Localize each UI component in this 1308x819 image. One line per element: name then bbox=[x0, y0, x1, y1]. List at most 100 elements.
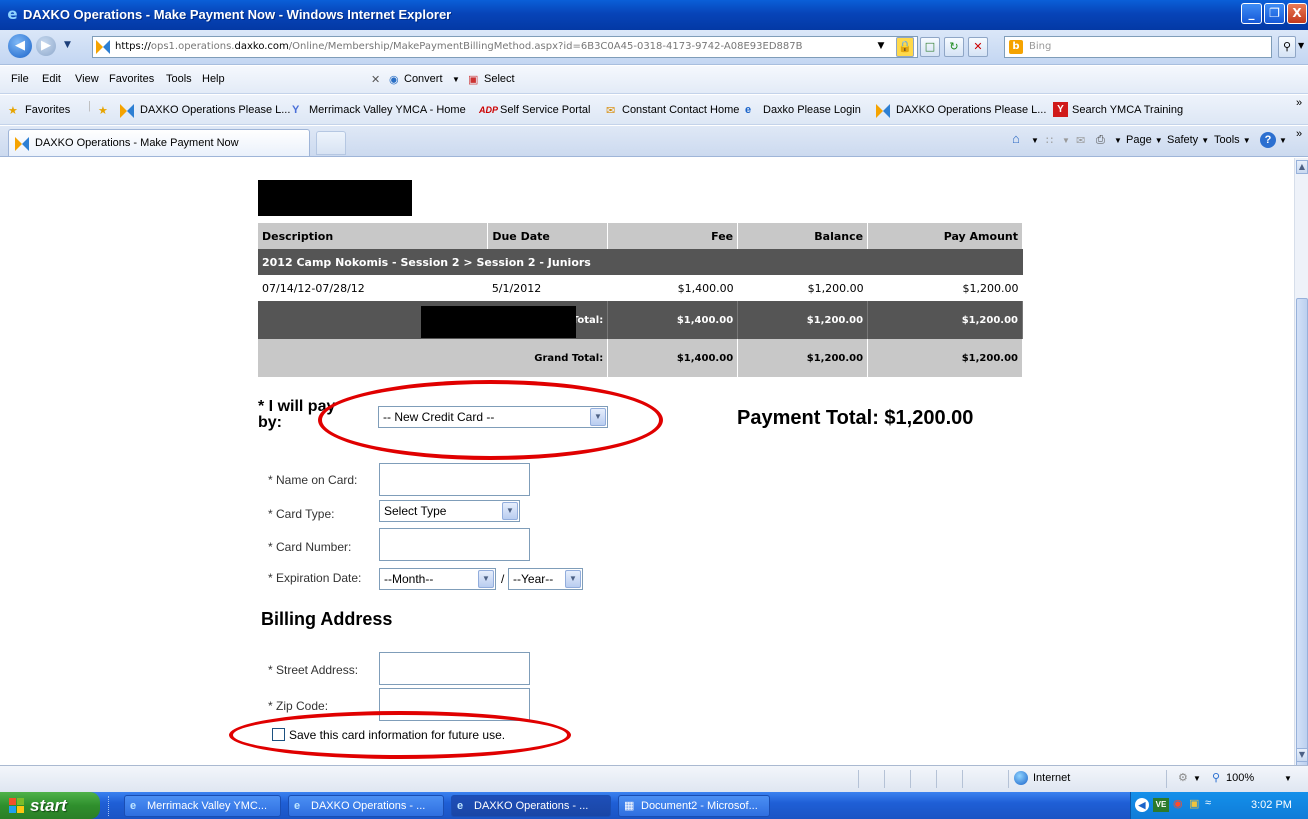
favorites-overflow-icon[interactable]: » bbox=[1296, 97, 1302, 109]
forward-button[interactable]: ▶ bbox=[36, 36, 56, 56]
maximize-button[interactable]: ❐ bbox=[1264, 3, 1285, 24]
favorite-item-ymca-training[interactable]: Search YMCA Training bbox=[1072, 104, 1183, 116]
page-menu-label: Page bbox=[1126, 134, 1152, 146]
col-pay-amount: Pay Amount bbox=[867, 223, 1023, 249]
convert-dropdown-icon[interactable]: ▼ bbox=[452, 75, 460, 84]
page-menu-chevron-icon: ▼ bbox=[1154, 136, 1163, 145]
scrollbar-thumb[interactable] bbox=[1296, 298, 1308, 816]
tray-wifi-icon[interactable]: ≈ bbox=[1205, 797, 1211, 809]
menu-edit[interactable]: Edit bbox=[42, 73, 61, 85]
add-favorites-icon[interactable]: ★ bbox=[98, 104, 108, 117]
back-button[interactable]: ◀ bbox=[8, 34, 32, 58]
taskbar-item-merrimack[interactable]: e Merrimack Valley YMC... bbox=[124, 795, 281, 817]
safety-menu-chevron-icon: ▼ bbox=[1201, 136, 1210, 145]
favorite-item-self-service[interactable]: Self Service Portal bbox=[500, 104, 590, 116]
menu-tools[interactable]: Tools bbox=[166, 73, 192, 85]
refresh-icon[interactable]: ↻ bbox=[944, 37, 964, 57]
favorite-item-ymca-home[interactable]: Merrimack Valley YMCA - Home bbox=[309, 104, 466, 116]
expiration-year-select[interactable]: --Year-- ▼ bbox=[508, 568, 583, 590]
select-button[interactable]: Select bbox=[484, 73, 515, 85]
address-input[interactable]: https://ops1.operations.daxko.com/Online… bbox=[92, 36, 918, 58]
feeds-dropdown-icon[interactable]: ▼ bbox=[1062, 136, 1070, 145]
zoom-level[interactable]: 100% bbox=[1226, 772, 1254, 784]
new-tab-button[interactable] bbox=[316, 131, 346, 155]
name-on-card-input[interactable] bbox=[379, 463, 530, 496]
windows-flag-icon bbox=[9, 798, 25, 813]
taskbar-item-daxko-1[interactable]: e DAXKO Operations - ... bbox=[288, 795, 444, 817]
window-title-bar[interactable]: e DAXKO Operations - Make Payment Now - … bbox=[0, 0, 1308, 30]
command-overflow-icon[interactable]: » bbox=[1296, 128, 1302, 140]
search-icon[interactable]: ⚲ bbox=[1278, 36, 1296, 58]
start-button[interactable]: start bbox=[0, 792, 100, 819]
minimize-button[interactable]: _ bbox=[1241, 3, 1262, 24]
help-dropdown-icon[interactable]: ▼ bbox=[1279, 136, 1287, 145]
tray-network-icon[interactable]: ▣ bbox=[1189, 797, 1199, 810]
status-divider bbox=[962, 770, 963, 788]
print-icon[interactable]: ⎙ bbox=[1096, 134, 1105, 147]
bing-icon: b bbox=[1009, 40, 1023, 54]
taskbar-item-label: DAXKO Operations - ... bbox=[474, 800, 589, 812]
card-number-label: * Card Number: bbox=[268, 540, 352, 554]
card-number-input[interactable] bbox=[379, 528, 530, 561]
taskbar-item-daxko-2[interactable]: e DAXKO Operations - ... bbox=[451, 795, 611, 817]
search-placeholder: Bing bbox=[1029, 41, 1052, 52]
scroll-down-icon[interactable]: ▼ bbox=[1296, 748, 1308, 762]
safety-menu[interactable]: Safety ▼ bbox=[1167, 134, 1209, 146]
status-divider bbox=[1166, 770, 1167, 788]
tray-security-icon[interactable]: ◉ bbox=[1173, 797, 1183, 810]
taskbar-item-document2[interactable]: ▦ Document2 - Microsof... bbox=[618, 795, 770, 817]
url-subdomain: ops1.operations. bbox=[150, 41, 235, 52]
convert-button[interactable]: Convert bbox=[404, 73, 443, 85]
stop-icon[interactable]: ✕ bbox=[968, 37, 988, 57]
favorite-item-constant-contact[interactable]: Constant Contact Home bbox=[622, 104, 739, 116]
favorite-item-daxko-1[interactable]: DAXKO Operations Please L... bbox=[140, 104, 290, 116]
url-path: /Online/Membership/MakePaymentBillingMet… bbox=[288, 41, 803, 52]
favorites-button[interactable]: Favorites bbox=[25, 104, 70, 116]
menu-view[interactable]: View bbox=[75, 73, 99, 85]
close-toolbar-icon[interactable]: ✕ bbox=[371, 73, 380, 86]
favorite-item-daxko-2[interactable]: DAXKO Operations Please L... bbox=[896, 104, 1046, 116]
search-input[interactable]: b Bing bbox=[1004, 36, 1272, 58]
daxko-favicon-icon bbox=[96, 40, 110, 54]
recent-pages-dropdown-icon[interactable]: ▼ bbox=[64, 40, 71, 50]
street-address-input[interactable] bbox=[379, 652, 530, 685]
page-content: Description Due Date Fee Balance Pay Amo… bbox=[0, 158, 1294, 765]
expiration-month-select[interactable]: --Month-- ▼ bbox=[379, 568, 496, 590]
window-title: DAXKO Operations - Make Payment Now - Wi… bbox=[23, 7, 452, 22]
taskbar-grip bbox=[108, 796, 112, 816]
tray-app-icon[interactable]: VE bbox=[1153, 798, 1169, 812]
print-dropdown-icon[interactable]: ▼ bbox=[1114, 136, 1122, 145]
favorite-item-daxko-login[interactable]: Daxko Please Login bbox=[763, 104, 861, 116]
tab-make-payment[interactable]: DAXKO Operations - Make Payment Now bbox=[8, 129, 310, 156]
page-menu[interactable]: Page ▼ bbox=[1126, 134, 1163, 146]
zoom-icon[interactable]: ⚲ bbox=[1212, 771, 1220, 784]
read-mail-icon[interactable]: ✉ bbox=[1076, 134, 1085, 147]
redacted-total-block bbox=[421, 306, 576, 338]
feeds-icon[interactable]: ∷ bbox=[1046, 134, 1053, 147]
search-options-icon[interactable]: ▼ bbox=[1298, 41, 1304, 50]
protected-mode-dropdown-icon[interactable]: ▼ bbox=[1193, 774, 1201, 783]
fee-table-header-row: Description Due Date Fee Balance Pay Amo… bbox=[258, 223, 1023, 249]
address-dropdown-icon[interactable]: ▼ bbox=[874, 37, 888, 57]
protected-mode-icon[interactable]: ⚙ bbox=[1178, 771, 1188, 784]
menu-favorites[interactable]: Favorites bbox=[109, 73, 154, 85]
zoom-dropdown-icon[interactable]: ▼ bbox=[1284, 774, 1292, 783]
row-fee: $1,400.00 bbox=[677, 281, 734, 295]
vertical-scrollbar[interactable]: ▲ ▼ bbox=[1294, 158, 1308, 816]
compatibility-view-icon[interactable]: □ bbox=[920, 37, 940, 57]
close-button[interactable]: X bbox=[1287, 3, 1307, 24]
home-icon[interactable]: ⌂ bbox=[1012, 131, 1020, 146]
scroll-up-icon[interactable]: ▲ bbox=[1296, 160, 1308, 174]
system-tray: ◀ VE ◉ ▣ ≈ 3:02 PM bbox=[1130, 792, 1308, 819]
constant-contact-icon: ✉ bbox=[606, 105, 616, 117]
help-icon[interactable]: ? bbox=[1260, 132, 1276, 148]
home-dropdown-icon[interactable]: ▼ bbox=[1031, 136, 1039, 145]
menu-help[interactable]: Help bbox=[202, 73, 225, 85]
lock-icon[interactable]: 🔒 bbox=[896, 37, 914, 57]
menu-file[interactable]: File bbox=[11, 73, 29, 85]
tray-expand-icon[interactable]: ◀ bbox=[1135, 798, 1149, 812]
tools-menu[interactable]: Tools ▼ bbox=[1214, 134, 1251, 146]
address-toolbar: ◀ ▶ ▼ https://ops1.operations.daxko.com/… bbox=[0, 30, 1308, 65]
card-type-select[interactable]: Select Type ▼ bbox=[379, 500, 520, 522]
tray-clock[interactable]: 3:02 PM bbox=[1251, 799, 1292, 811]
